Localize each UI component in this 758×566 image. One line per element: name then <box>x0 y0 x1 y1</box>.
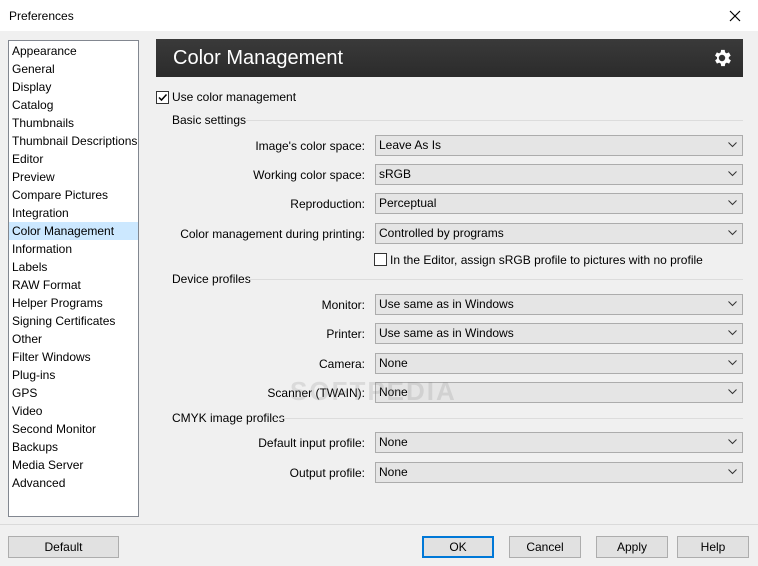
chevron-down-icon <box>728 469 737 475</box>
image-color-space-select[interactable]: Leave As Is <box>375 135 743 156</box>
output-profile-value: None <box>379 465 408 479</box>
working-color-space-value: sRGB <box>379 167 412 181</box>
chevron-down-icon <box>728 360 737 366</box>
checkmark-icon <box>158 93 168 102</box>
title-bar: Preferences <box>0 0 758 31</box>
output-profile-label: Output profile: <box>289 466 365 480</box>
cmyk-profiles-divider <box>274 418 743 419</box>
working-color-space-select[interactable]: sRGB <box>375 164 743 185</box>
chevron-down-icon <box>728 142 737 148</box>
sidebar-item-color-management[interactable]: Color Management <box>9 222 138 240</box>
sidebar-item-general[interactable]: General <box>9 60 138 78</box>
chevron-down-icon <box>728 230 737 236</box>
section-header: Color Management <box>156 39 743 77</box>
ok-button[interactable]: OK <box>422 536 494 558</box>
sidebar-item-display[interactable]: Display <box>9 78 138 96</box>
window-title: Preferences <box>9 9 74 23</box>
default-input-profile-label: Default input profile: <box>258 436 365 450</box>
close-icon <box>729 10 741 21</box>
sidebar-item-gps[interactable]: GPS <box>9 384 138 402</box>
camera-value: None <box>379 356 408 370</box>
reproduction-value: Perceptual <box>379 196 437 210</box>
sidebar-item-compare-pictures[interactable]: Compare Pictures <box>9 186 138 204</box>
camera-select[interactable]: None <box>375 353 743 374</box>
chevron-down-icon <box>728 330 737 336</box>
watermark: SOFTPEDIA <box>290 376 457 406</box>
output-profile-select[interactable]: None <box>375 462 743 483</box>
monitor-label: Monitor: <box>321 298 365 312</box>
device-profiles-heading: Device profiles <box>172 272 251 286</box>
use-color-management-checkbox[interactable] <box>156 91 169 104</box>
close-button[interactable] <box>712 0 758 31</box>
default-button[interactable]: Default <box>8 536 119 558</box>
printing-value: Controlled by programs <box>379 226 504 240</box>
printer-label: Printer: <box>326 327 365 341</box>
chevron-down-icon <box>728 389 737 395</box>
chevron-down-icon <box>728 301 737 307</box>
chevron-down-icon <box>728 171 737 177</box>
category-list[interactable]: Appearance General Display Catalog Thumbnail… <box>8 40 139 517</box>
sidebar-item-raw-format[interactable]: RAW Format <box>9 276 138 294</box>
sidebar-item-signing-certificates[interactable]: Signing Certificates <box>9 312 138 330</box>
sidebar-item-appearance[interactable]: Appearance <box>9 42 138 60</box>
sidebar-item-editor[interactable]: Editor <box>9 150 138 168</box>
section-title: Color Management <box>173 47 344 69</box>
image-color-space-label: Image's color space: <box>255 139 365 153</box>
sidebar-item-video[interactable]: Video <box>9 402 138 420</box>
default-input-profile-select[interactable]: None <box>375 432 743 453</box>
printer-value: Use same as in Windows <box>379 326 514 340</box>
sidebar-item-other[interactable]: Other <box>9 330 138 348</box>
assign-srgb-label: In the Editor, assign sRGB profile to pi… <box>390 253 703 267</box>
sidebar-item-integration[interactable]: Integration <box>9 204 138 222</box>
apply-button[interactable]: Apply <box>596 536 668 558</box>
monitor-select[interactable]: Use same as in Windows <box>375 294 743 315</box>
sidebar-item-filter-windows[interactable]: Filter Windows <box>9 348 138 366</box>
sidebar-item-media-server[interactable]: Media Server <box>9 456 138 474</box>
device-profiles-divider <box>248 279 743 280</box>
sidebar-item-helper-programs[interactable]: Helper Programs <box>9 294 138 312</box>
image-color-space-value: Leave As Is <box>379 138 442 152</box>
sidebar-item-preview[interactable]: Preview <box>9 168 138 186</box>
sidebar-item-labels[interactable]: Labels <box>9 258 138 276</box>
working-color-space-label: Working color space: <box>253 168 365 182</box>
printing-label: Color management during printing: <box>180 227 365 241</box>
cmyk-profiles-heading: CMYK image profiles <box>172 411 285 425</box>
assign-srgb-checkbox[interactable] <box>374 253 387 266</box>
sidebar-item-thumbnails[interactable]: Thumbnails <box>9 114 138 132</box>
sidebar-item-second-monitor[interactable]: Second Monitor <box>9 420 138 438</box>
basic-settings-heading: Basic settings <box>172 113 247 127</box>
sidebar-item-catalog[interactable]: Catalog <box>9 96 138 114</box>
chevron-down-icon <box>728 439 737 445</box>
footer-divider <box>0 524 758 525</box>
help-button[interactable]: Help <box>677 536 749 558</box>
sidebar-item-thumbnail-descriptions[interactable]: Thumbnail Descriptions <box>9 132 138 150</box>
sidebar-item-information[interactable]: Information <box>9 240 138 258</box>
monitor-value: Use same as in Windows <box>379 297 514 311</box>
basic-settings-divider <box>246 120 743 121</box>
use-color-management-label: Use color management <box>172 90 297 104</box>
sidebar-item-backups[interactable]: Backups <box>9 438 138 456</box>
printing-select[interactable]: Controlled by programs <box>375 223 743 244</box>
chevron-down-icon <box>728 200 737 206</box>
cancel-button[interactable]: Cancel <box>509 536 581 558</box>
reproduction-select[interactable]: Perceptual <box>375 193 743 214</box>
sidebar-item-advanced[interactable]: Advanced <box>9 474 138 492</box>
sidebar-item-plug-ins[interactable]: Plug-ins <box>9 366 138 384</box>
camera-label: Camera: <box>318 357 365 371</box>
printer-select[interactable]: Use same as in Windows <box>375 323 743 344</box>
default-input-profile-value: None <box>379 435 408 449</box>
reproduction-label: Reproduction: <box>290 197 365 211</box>
gear-icon[interactable] <box>711 47 733 69</box>
